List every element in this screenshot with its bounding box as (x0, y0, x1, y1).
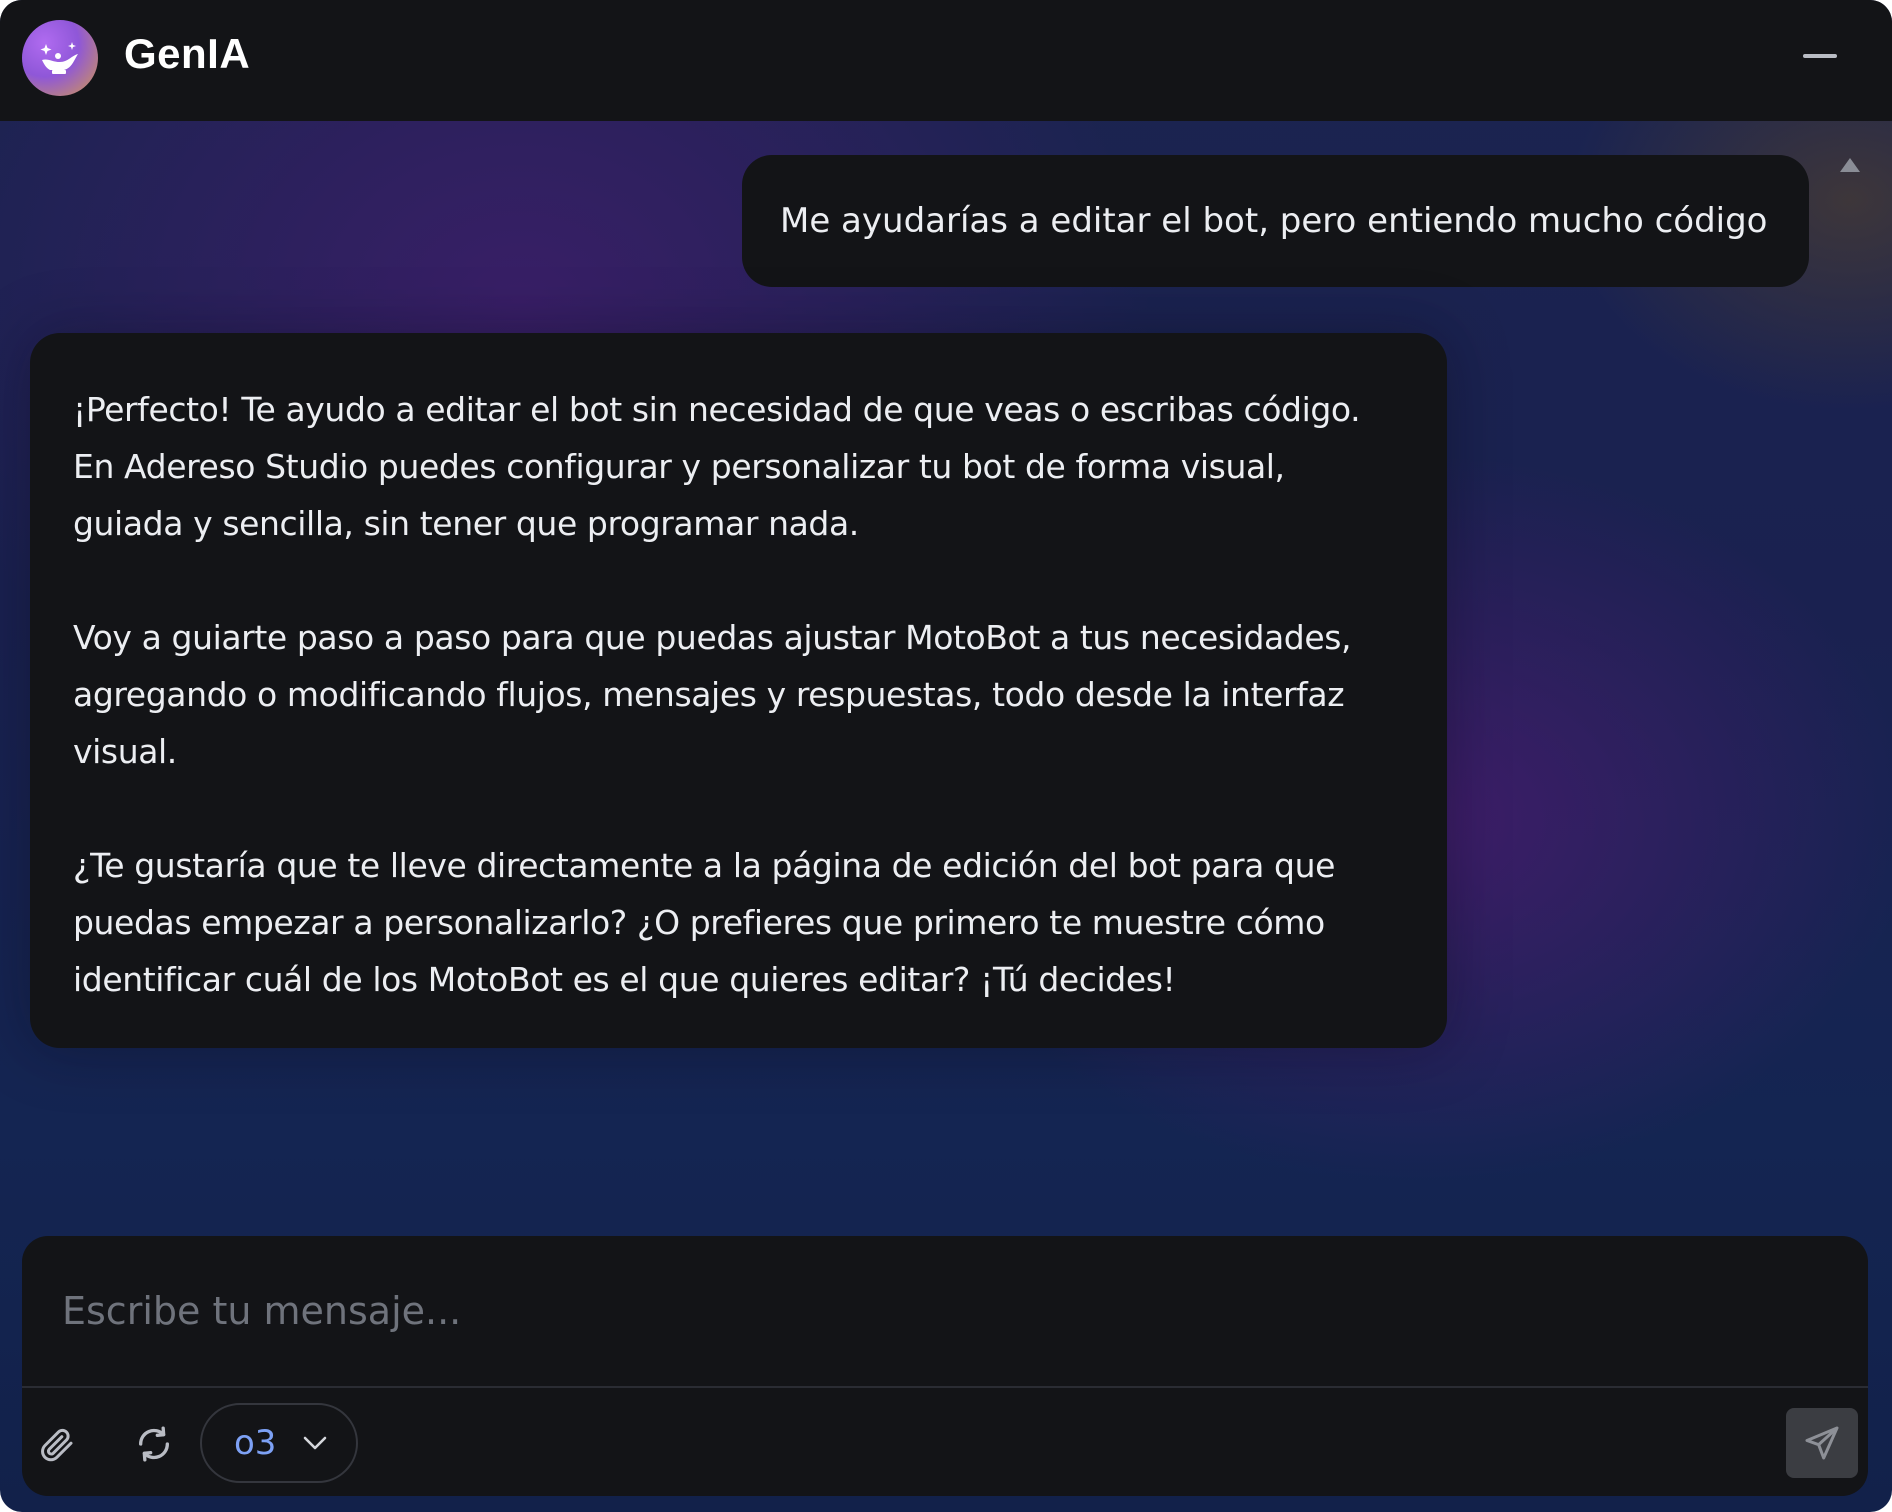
assistant-paragraph: ¡Perfecto! Te ayudo a editar el bot sin … (73, 390, 1361, 543)
minimize-button[interactable] (1802, 44, 1838, 68)
refresh-icon (138, 1426, 170, 1462)
minimize-icon (1803, 54, 1837, 58)
user-message: Me ayudarías a editar el bot, pero entie… (742, 155, 1809, 287)
app-title: GenIA (124, 30, 251, 77)
composer-divider (22, 1386, 1868, 1388)
chevron-down-icon (303, 1436, 327, 1450)
send-icon (1805, 1426, 1839, 1460)
model-selector[interactable]: o3 (200, 1403, 358, 1483)
assistant-paragraph: ¿Te gustaría que te lleve directamente a… (73, 846, 1335, 999)
scroll-up-arrow-icon[interactable] (1839, 156, 1861, 174)
refresh-button[interactable] (128, 1418, 180, 1470)
assistant-message: ¡Perfecto! Te ayudo a editar el bot sin … (30, 333, 1447, 1048)
genie-lamp-icon (22, 20, 98, 96)
send-button[interactable] (1786, 1408, 1858, 1478)
chat-header: GenIA (0, 0, 1892, 121)
genia-chat-window: GenIA Me ayudarías a editar el bot, pero… (0, 0, 1892, 1512)
message-input[interactable] (22, 1236, 1868, 1386)
assistant-paragraph: Voy a guiarte paso a paso para que pueda… (73, 618, 1352, 771)
user-message-text: Me ayudarías a editar el bot, pero entie… (780, 201, 1768, 241)
paperclip-icon (41, 1428, 73, 1462)
attach-button[interactable] (30, 1418, 82, 1470)
model-selected-label: o3 (234, 1423, 277, 1463)
